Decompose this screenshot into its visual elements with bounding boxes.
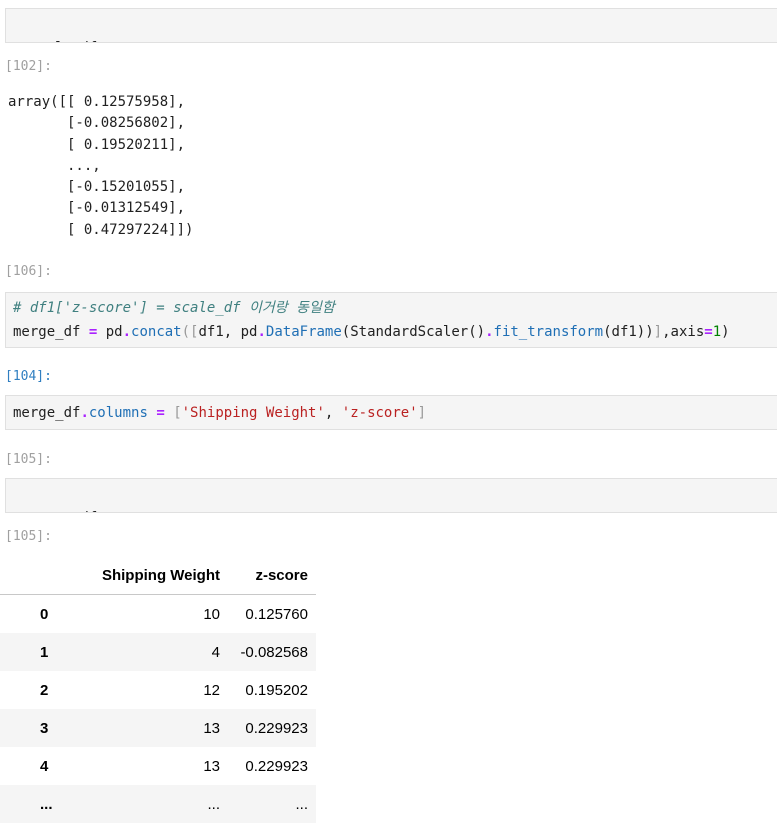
- cell-shipping-weight: 12: [203, 681, 220, 699]
- row-index: 2: [40, 681, 49, 699]
- input-prompt: [106]:: [5, 264, 52, 279]
- code-comment: # df1['z-score'] = scale_df 이거랑 동일함: [13, 300, 335, 316]
- code-line: merge_df: [30, 510, 97, 512]
- cell-shipping-weight: 4: [211, 643, 220, 661]
- output-line: [-0.08256802],: [8, 115, 186, 132]
- output-line: array([[ 0.12575958],: [8, 94, 186, 110]
- output-line: [ 0.47297224]]): [8, 221, 194, 238]
- output-prompt: [102]:: [5, 59, 52, 74]
- input-prompt-active: [104]:: [5, 369, 52, 384]
- cell-z-score: 0.195202: [245, 681, 308, 699]
- cell-shipping-weight: 13: [203, 757, 220, 775]
- column-header: Shipping Weight: [68, 556, 228, 595]
- table-header-row: Shipping Weight z-score: [0, 556, 316, 595]
- column-header: z-score: [228, 556, 316, 595]
- row-index: 0: [40, 605, 49, 623]
- output-line: [-0.01312549],: [8, 200, 186, 217]
- code-line: merge_df = pd.concat([df1, pd.DataFrame(…: [13, 324, 730, 340]
- code-cell-merge-df[interactable]: merge_df: [5, 478, 777, 513]
- table-row: 3 13 0.229923: [0, 709, 316, 747]
- output-line: [ 0.19520211],: [8, 136, 186, 153]
- cell-z-score: 0.229923: [245, 757, 308, 775]
- cell-z-score: -0.082568: [240, 643, 308, 661]
- array-output: array([[ 0.12575958], [-0.08256802], [ 0…: [8, 92, 193, 241]
- code-cell-scale-df[interactable]: scale_df: [5, 8, 777, 43]
- cell-z-score: 0.229923: [245, 719, 308, 737]
- index-header: [0, 556, 68, 595]
- code-line: merge_df.columns = ['Shipping Weight', '…: [13, 405, 427, 421]
- table-row: 0 10 0.125760: [0, 595, 316, 634]
- table-row: 4 13 0.229923: [0, 747, 316, 785]
- row-index: 4: [40, 757, 49, 775]
- cell-shipping-weight: 10: [203, 605, 220, 623]
- table-row: 1 4 -0.082568: [0, 633, 316, 671]
- input-prompt: [105]:: [5, 452, 52, 467]
- row-index: 1: [40, 643, 49, 661]
- row-index: ...: [40, 795, 53, 813]
- table-row: 2 12 0.195202: [0, 671, 316, 709]
- code-cell-concat[interactable]: # df1['z-score'] = scale_df 이거랑 동일함 merg…: [5, 292, 777, 348]
- cell-shipping-weight: 13: [203, 719, 220, 737]
- cell-z-score: ...: [295, 795, 308, 813]
- output-line: ...,: [8, 157, 101, 174]
- dataframe-table: Shipping Weight z-score 0 10 0.125760 1 …: [0, 556, 316, 823]
- output-prompt: [105]:: [5, 529, 52, 544]
- output-line: [-0.15201055],: [8, 179, 186, 196]
- row-index: 3: [40, 719, 49, 737]
- cell-z-score: 0.125760: [245, 605, 308, 623]
- code-cell-columns[interactable]: merge_df.columns = ['Shipping Weight', '…: [5, 395, 777, 430]
- cell-shipping-weight: ...: [207, 795, 220, 813]
- table-row: ... ... ...: [0, 785, 316, 823]
- code-line: scale_df: [30, 40, 97, 42]
